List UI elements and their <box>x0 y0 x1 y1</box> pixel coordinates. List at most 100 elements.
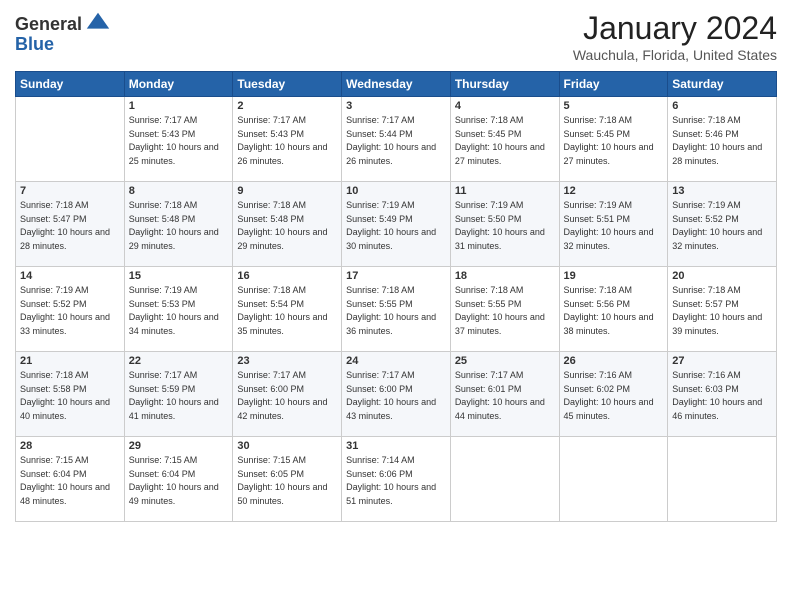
sunset: Sunset: 5:44 PM <box>346 129 413 139</box>
calendar-cell: 23 Sunrise: 7:17 AM Sunset: 6:00 PM Dayl… <box>233 352 342 437</box>
sunrise: Sunrise: 7:18 AM <box>672 285 741 295</box>
calendar-cell: 7 Sunrise: 7:18 AM Sunset: 5:47 PM Dayli… <box>16 182 125 267</box>
calendar-cell: 6 Sunrise: 7:18 AM Sunset: 5:46 PM Dayli… <box>668 97 777 182</box>
calendar-cell: 24 Sunrise: 7:17 AM Sunset: 6:00 PM Dayl… <box>342 352 451 437</box>
sunrise: Sunrise: 7:17 AM <box>237 115 306 125</box>
sunrise: Sunrise: 7:18 AM <box>672 115 741 125</box>
sunset: Sunset: 6:04 PM <box>129 469 196 479</box>
sunset: Sunset: 5:51 PM <box>564 214 631 224</box>
calendar-header-row: SundayMondayTuesdayWednesdayThursdayFrid… <box>16 72 777 97</box>
calendar-cell <box>16 97 125 182</box>
daylight: Daylight: 10 hours and 26 minutes. <box>346 142 436 166</box>
calendar-cell: 3 Sunrise: 7:17 AM Sunset: 5:44 PM Dayli… <box>342 97 451 182</box>
calendar-week-row: 1 Sunrise: 7:17 AM Sunset: 5:43 PM Dayli… <box>16 97 777 182</box>
day-number: 9 <box>237 185 337 197</box>
sunrise: Sunrise: 7:18 AM <box>129 200 198 210</box>
sunset: Sunset: 6:01 PM <box>455 384 522 394</box>
day-number: 26 <box>564 355 664 367</box>
day-info: Sunrise: 7:15 AM Sunset: 6:04 PM Dayligh… <box>20 454 120 508</box>
day-number: 5 <box>564 100 664 112</box>
day-info: Sunrise: 7:16 AM Sunset: 6:03 PM Dayligh… <box>672 369 772 423</box>
day-number: 16 <box>237 270 337 282</box>
sunset: Sunset: 6:00 PM <box>237 384 304 394</box>
day-number: 12 <box>564 185 664 197</box>
sunrise: Sunrise: 7:19 AM <box>346 200 415 210</box>
daylight: Daylight: 10 hours and 33 minutes. <box>20 312 110 336</box>
day-info: Sunrise: 7:18 AM Sunset: 5:46 PM Dayligh… <box>672 114 772 168</box>
calendar-cell: 1 Sunrise: 7:17 AM Sunset: 5:43 PM Dayli… <box>124 97 233 182</box>
sunrise: Sunrise: 7:16 AM <box>672 370 741 380</box>
daylight: Daylight: 10 hours and 46 minutes. <box>672 397 762 421</box>
sunrise: Sunrise: 7:18 AM <box>564 285 633 295</box>
sunrise: Sunrise: 7:18 AM <box>346 285 415 295</box>
calendar-week-row: 7 Sunrise: 7:18 AM Sunset: 5:47 PM Dayli… <box>16 182 777 267</box>
day-number: 23 <box>237 355 337 367</box>
logo: General Blue <box>15 10 112 55</box>
weekday-header: Saturday <box>668 72 777 97</box>
sunrise: Sunrise: 7:14 AM <box>346 455 415 465</box>
day-number: 13 <box>672 185 772 197</box>
sunset: Sunset: 6:02 PM <box>564 384 631 394</box>
sunrise: Sunrise: 7:18 AM <box>237 285 306 295</box>
daylight: Daylight: 10 hours and 41 minutes. <box>129 397 219 421</box>
day-info: Sunrise: 7:17 AM Sunset: 5:43 PM Dayligh… <box>129 114 229 168</box>
day-info: Sunrise: 7:15 AM Sunset: 6:05 PM Dayligh… <box>237 454 337 508</box>
daylight: Daylight: 10 hours and 27 minutes. <box>455 142 545 166</box>
sunset: Sunset: 5:49 PM <box>346 214 413 224</box>
day-number: 8 <box>129 185 229 197</box>
sunrise: Sunrise: 7:18 AM <box>455 285 524 295</box>
daylight: Daylight: 10 hours and 38 minutes. <box>564 312 654 336</box>
daylight: Daylight: 10 hours and 28 minutes. <box>20 227 110 251</box>
day-info: Sunrise: 7:16 AM Sunset: 6:02 PM Dayligh… <box>564 369 664 423</box>
sunrise: Sunrise: 7:15 AM <box>129 455 198 465</box>
calendar-cell: 2 Sunrise: 7:17 AM Sunset: 5:43 PM Dayli… <box>233 97 342 182</box>
daylight: Daylight: 10 hours and 32 minutes. <box>672 227 762 251</box>
day-info: Sunrise: 7:19 AM Sunset: 5:49 PM Dayligh… <box>346 199 446 253</box>
header: General Blue January 2024 Wauchula, Flor… <box>15 10 777 63</box>
day-number: 31 <box>346 440 446 452</box>
day-number: 14 <box>20 270 120 282</box>
sunrise: Sunrise: 7:18 AM <box>237 200 306 210</box>
daylight: Daylight: 10 hours and 51 minutes. <box>346 482 436 506</box>
day-number: 28 <box>20 440 120 452</box>
calendar-cell: 28 Sunrise: 7:15 AM Sunset: 6:04 PM Dayl… <box>16 437 125 522</box>
sunrise: Sunrise: 7:17 AM <box>346 115 415 125</box>
day-info: Sunrise: 7:14 AM Sunset: 6:06 PM Dayligh… <box>346 454 446 508</box>
sunset: Sunset: 5:48 PM <box>129 214 196 224</box>
day-info: Sunrise: 7:15 AM Sunset: 6:04 PM Dayligh… <box>129 454 229 508</box>
calendar-cell: 30 Sunrise: 7:15 AM Sunset: 6:05 PM Dayl… <box>233 437 342 522</box>
calendar-cell: 16 Sunrise: 7:18 AM Sunset: 5:54 PM Dayl… <box>233 267 342 352</box>
sunset: Sunset: 5:46 PM <box>672 129 739 139</box>
sunrise: Sunrise: 7:15 AM <box>237 455 306 465</box>
day-info: Sunrise: 7:17 AM Sunset: 5:59 PM Dayligh… <box>129 369 229 423</box>
sunrise: Sunrise: 7:18 AM <box>20 370 89 380</box>
calendar-cell: 11 Sunrise: 7:19 AM Sunset: 5:50 PM Dayl… <box>450 182 559 267</box>
page-container: General Blue January 2024 Wauchula, Flor… <box>0 0 792 527</box>
sunrise: Sunrise: 7:16 AM <box>564 370 633 380</box>
sunrise: Sunrise: 7:19 AM <box>455 200 524 210</box>
day-number: 21 <box>20 355 120 367</box>
sunset: Sunset: 5:58 PM <box>20 384 87 394</box>
day-info: Sunrise: 7:19 AM Sunset: 5:51 PM Dayligh… <box>564 199 664 253</box>
daylight: Daylight: 10 hours and 50 minutes. <box>237 482 327 506</box>
sunset: Sunset: 5:48 PM <box>237 214 304 224</box>
daylight: Daylight: 10 hours and 43 minutes. <box>346 397 436 421</box>
sunrise: Sunrise: 7:18 AM <box>20 200 89 210</box>
day-number: 24 <box>346 355 446 367</box>
calendar-cell: 5 Sunrise: 7:18 AM Sunset: 5:45 PM Dayli… <box>559 97 668 182</box>
sunset: Sunset: 5:45 PM <box>564 129 631 139</box>
day-number: 15 <box>129 270 229 282</box>
calendar-cell: 18 Sunrise: 7:18 AM Sunset: 5:55 PM Dayl… <box>450 267 559 352</box>
daylight: Daylight: 10 hours and 35 minutes. <box>237 312 327 336</box>
logo-icon <box>84 10 112 38</box>
sunrise: Sunrise: 7:17 AM <box>129 115 198 125</box>
location: Wauchula, Florida, United States <box>573 47 777 63</box>
daylight: Daylight: 10 hours and 31 minutes. <box>455 227 545 251</box>
sunset: Sunset: 5:43 PM <box>237 129 304 139</box>
daylight: Daylight: 10 hours and 29 minutes. <box>129 227 219 251</box>
day-number: 27 <box>672 355 772 367</box>
calendar-cell: 27 Sunrise: 7:16 AM Sunset: 6:03 PM Dayl… <box>668 352 777 437</box>
calendar-cell: 12 Sunrise: 7:19 AM Sunset: 5:51 PM Dayl… <box>559 182 668 267</box>
daylight: Daylight: 10 hours and 40 minutes. <box>20 397 110 421</box>
weekday-header: Friday <box>559 72 668 97</box>
